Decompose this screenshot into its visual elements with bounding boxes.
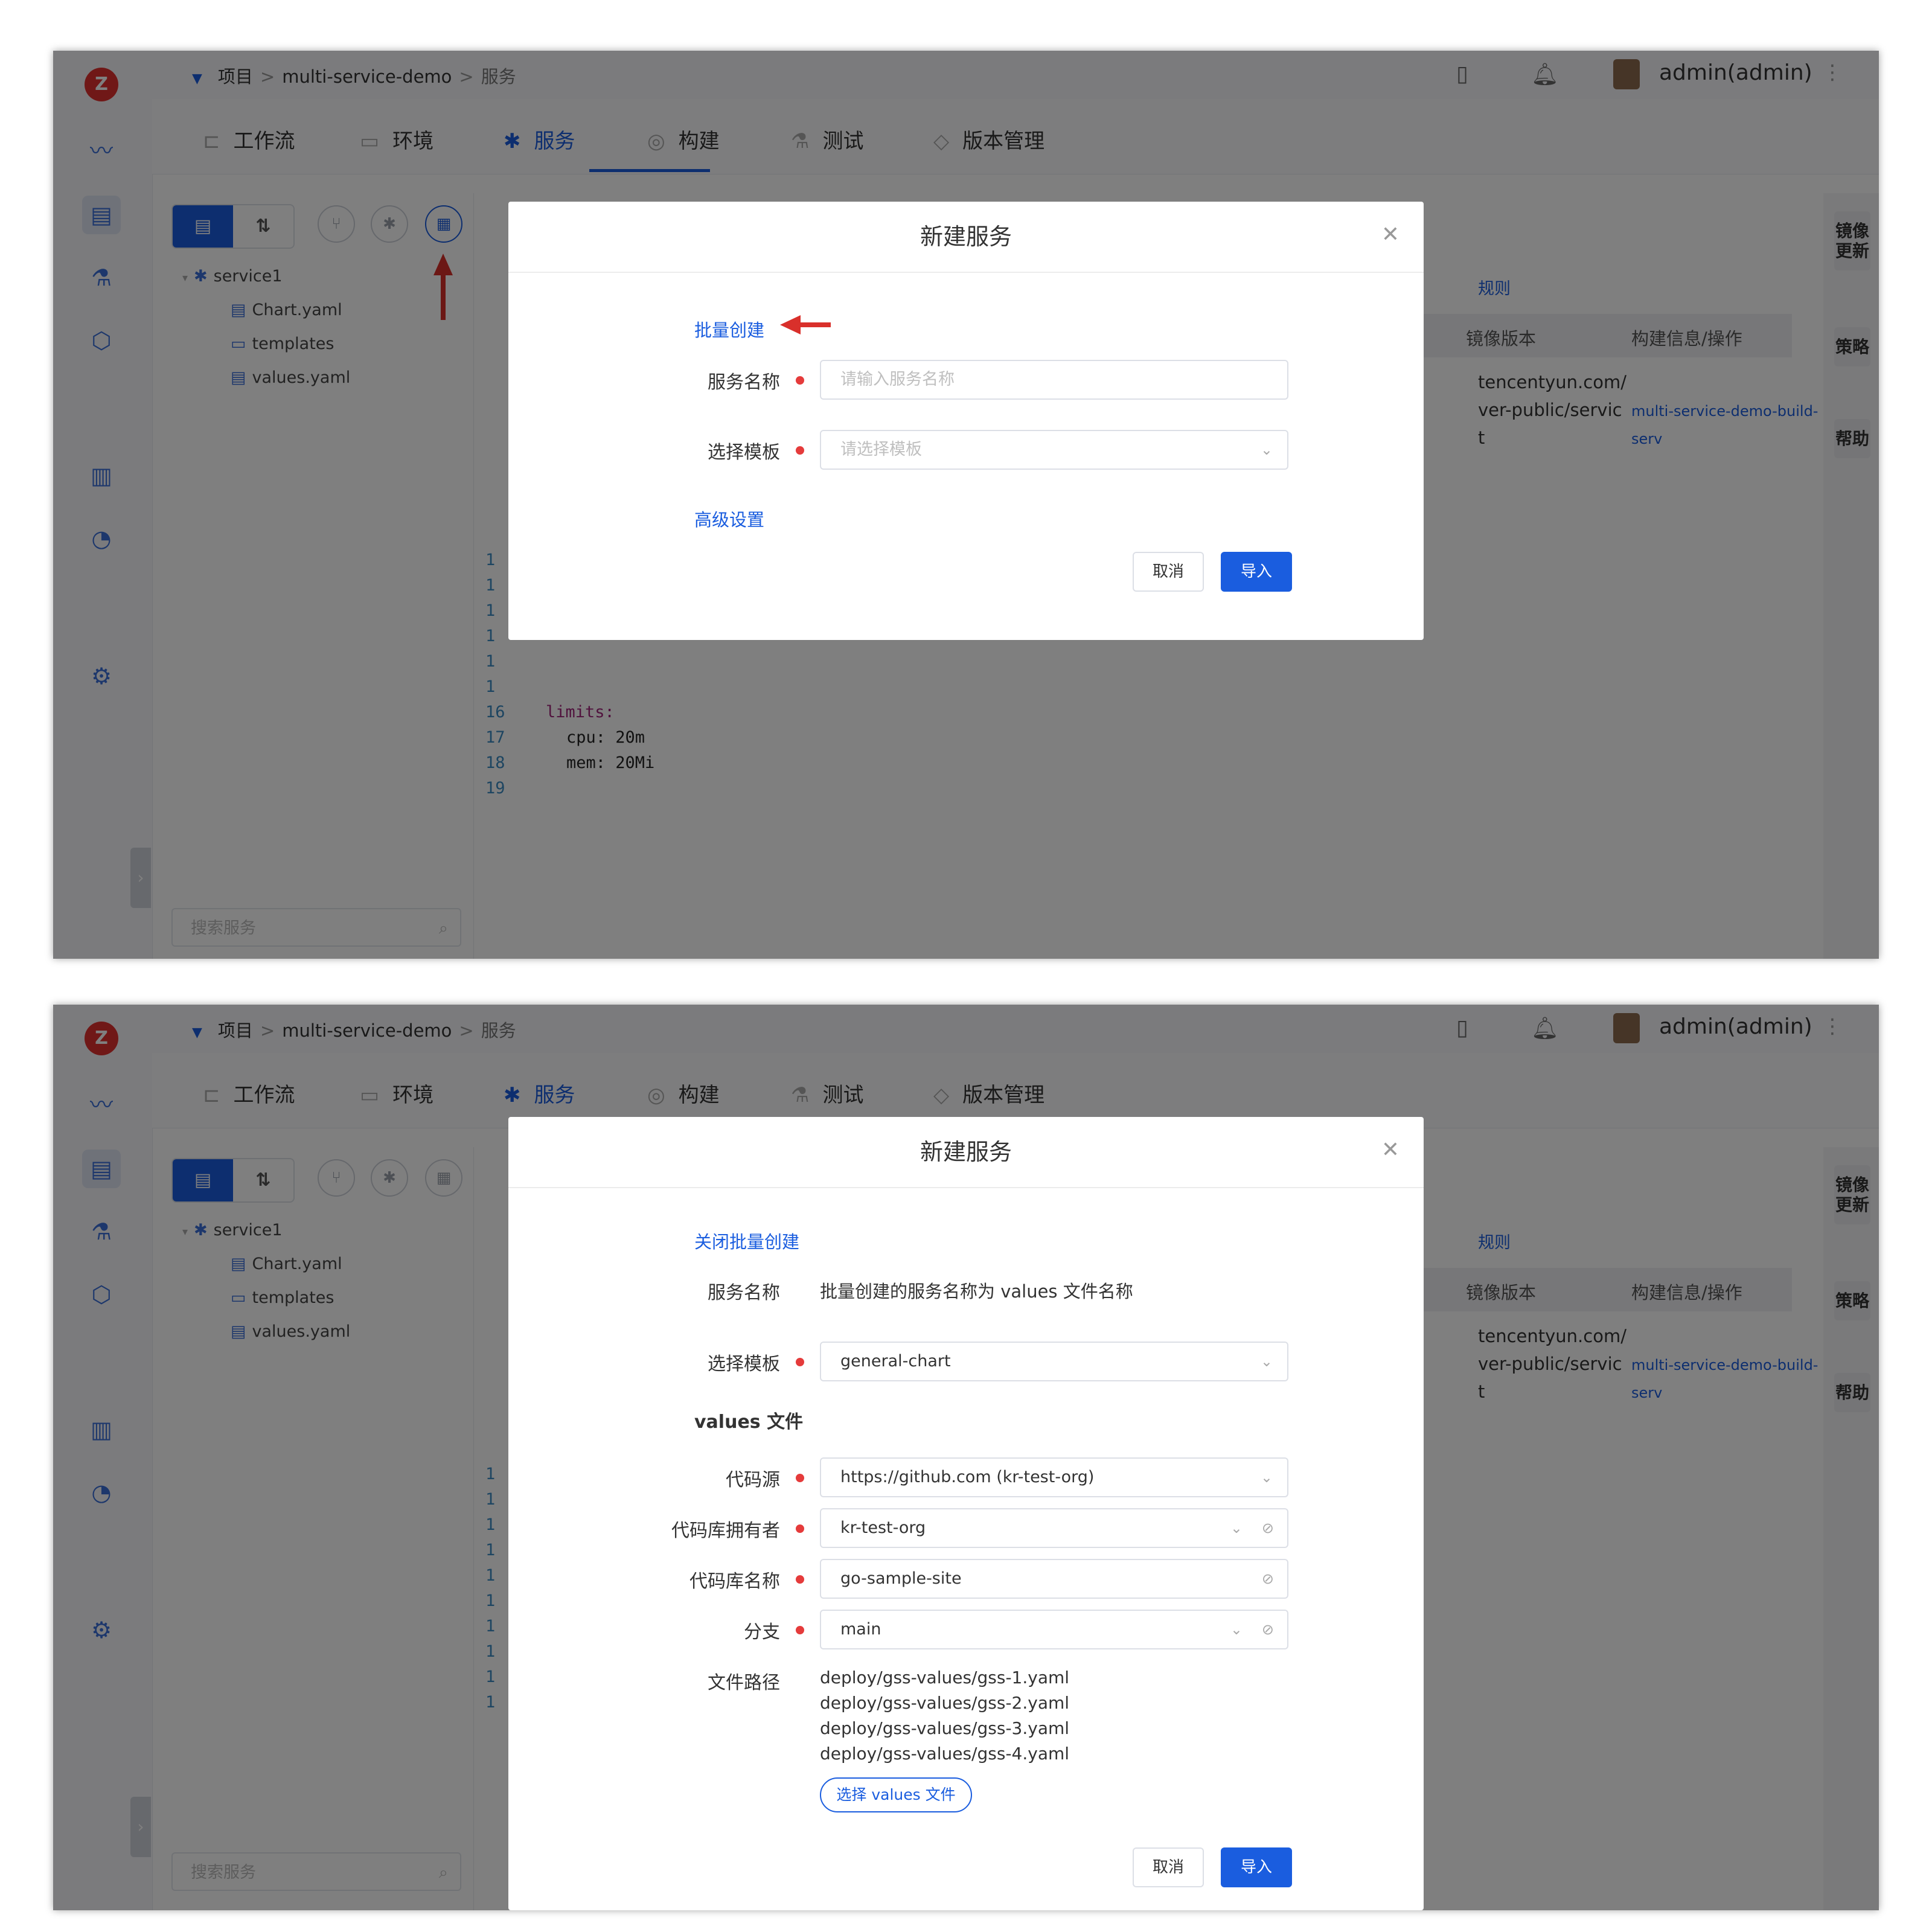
template-select[interactable]: general-chart ⌄ — [820, 1342, 1288, 1381]
repo-name-label: 代码库名称 — [689, 1571, 780, 1592]
required-dot — [796, 1626, 804, 1634]
required-dot — [796, 1575, 804, 1584]
chevron-down-icon: ⌄ — [1260, 441, 1273, 458]
file-path: deploy/gss-values/gss-2.yaml — [820, 1693, 1070, 1713]
service-name-note: 批量创建的服务名称为 values 文件名称 — [820, 1281, 1133, 1302]
branch-label: 分支 — [744, 1622, 780, 1643]
chevron-down-icon: ⌄ — [1260, 1469, 1273, 1486]
batch-create-link[interactable]: 批量创建 — [694, 316, 764, 342]
close-icon[interactable]: ✕ — [1381, 1137, 1399, 1162]
repo-owner-label: 代码库拥有者 — [671, 1520, 780, 1541]
dialog-title: 新建服务 — [508, 202, 1424, 273]
file-path: deploy/gss-values/gss-3.yaml — [820, 1718, 1070, 1738]
chevron-down-icon: ⌄ — [1260, 1353, 1273, 1370]
required-dot — [796, 376, 804, 385]
screenshot-bottom: Z 〰 ▤ ⚗ ⬡ ▥ ◔ ⚙ › ▼项目>multi-service-demo… — [53, 1005, 1879, 1910]
new-service-dialog-batch: 新建服务 ✕ 关闭批量创建 服务名称 批量创建的服务名称为 values 文件名… — [508, 1117, 1424, 1910]
new-service-dialog: 新建服务 ✕ 批量创建 服务名称 请输入服务名称 选择模板 请选择模板 ⌄ 高级设… — [508, 202, 1424, 640]
close-icon[interactable]: ✕ — [1381, 222, 1399, 247]
template-label: 选择模板 — [708, 1354, 780, 1375]
chevron-down-icon: ⌄ — [1230, 1520, 1243, 1537]
screenshot-top: Z 〰 ▤ ⚗ ⬡ ▥ ◔ ⚙ › ▼项目>multi-service-demo… — [53, 51, 1879, 959]
close-batch-create-link[interactable]: 关闭批量创建 — [694, 1228, 799, 1253]
repo-owner-select[interactable]: kr-test-org ⌄ ⊘ — [820, 1508, 1288, 1548]
check-circle-icon: ⊘ — [1261, 1520, 1274, 1537]
template-select[interactable]: 请选择模板 ⌄ — [820, 430, 1288, 470]
check-circle-icon: ⊘ — [1261, 1621, 1274, 1638]
cancel-button[interactable]: 取消 — [1133, 1847, 1204, 1887]
file-path-label: 文件路径 — [708, 1672, 780, 1694]
import-button[interactable]: 导入 — [1221, 552, 1292, 592]
repo-name-select[interactable]: go-sample-site ⊘ — [820, 1559, 1288, 1599]
required-dot — [796, 446, 804, 455]
import-button[interactable]: 导入 — [1221, 1847, 1292, 1887]
dialog-title: 新建服务 — [508, 1117, 1424, 1188]
chevron-down-icon: ⌄ — [1230, 1621, 1243, 1638]
required-dot — [796, 1524, 804, 1533]
service-name-label: 服务名称 — [708, 1282, 780, 1303]
service-name-label: 服务名称 — [708, 372, 780, 393]
required-dot — [796, 1358, 804, 1366]
branch-select[interactable]: main ⌄ ⊘ — [820, 1610, 1288, 1649]
select-values-file-button[interactable]: 选择 values 文件 — [820, 1777, 972, 1812]
cancel-button[interactable]: 取消 — [1133, 552, 1204, 592]
code-source-select[interactable]: https://github.com (kr-test-org) ⌄ — [820, 1457, 1288, 1497]
code-source-label: 代码源 — [726, 1470, 780, 1491]
check-circle-icon: ⊘ — [1261, 1570, 1274, 1587]
file-path: deploy/gss-values/gss-1.yaml — [820, 1668, 1070, 1687]
file-path: deploy/gss-values/gss-4.yaml — [820, 1744, 1070, 1764]
advanced-settings-link[interactable]: 高级设置 — [694, 506, 764, 531]
template-label: 选择模板 — [708, 442, 780, 463]
file-path-list: deploy/gss-values/gss-1.yaml deploy/gss-… — [820, 1665, 1069, 1767]
values-section-title: values 文件 — [694, 1412, 804, 1433]
required-dot — [796, 1474, 804, 1482]
service-name-input[interactable]: 请输入服务名称 — [820, 360, 1288, 400]
red-arrow-left — [780, 315, 831, 334]
